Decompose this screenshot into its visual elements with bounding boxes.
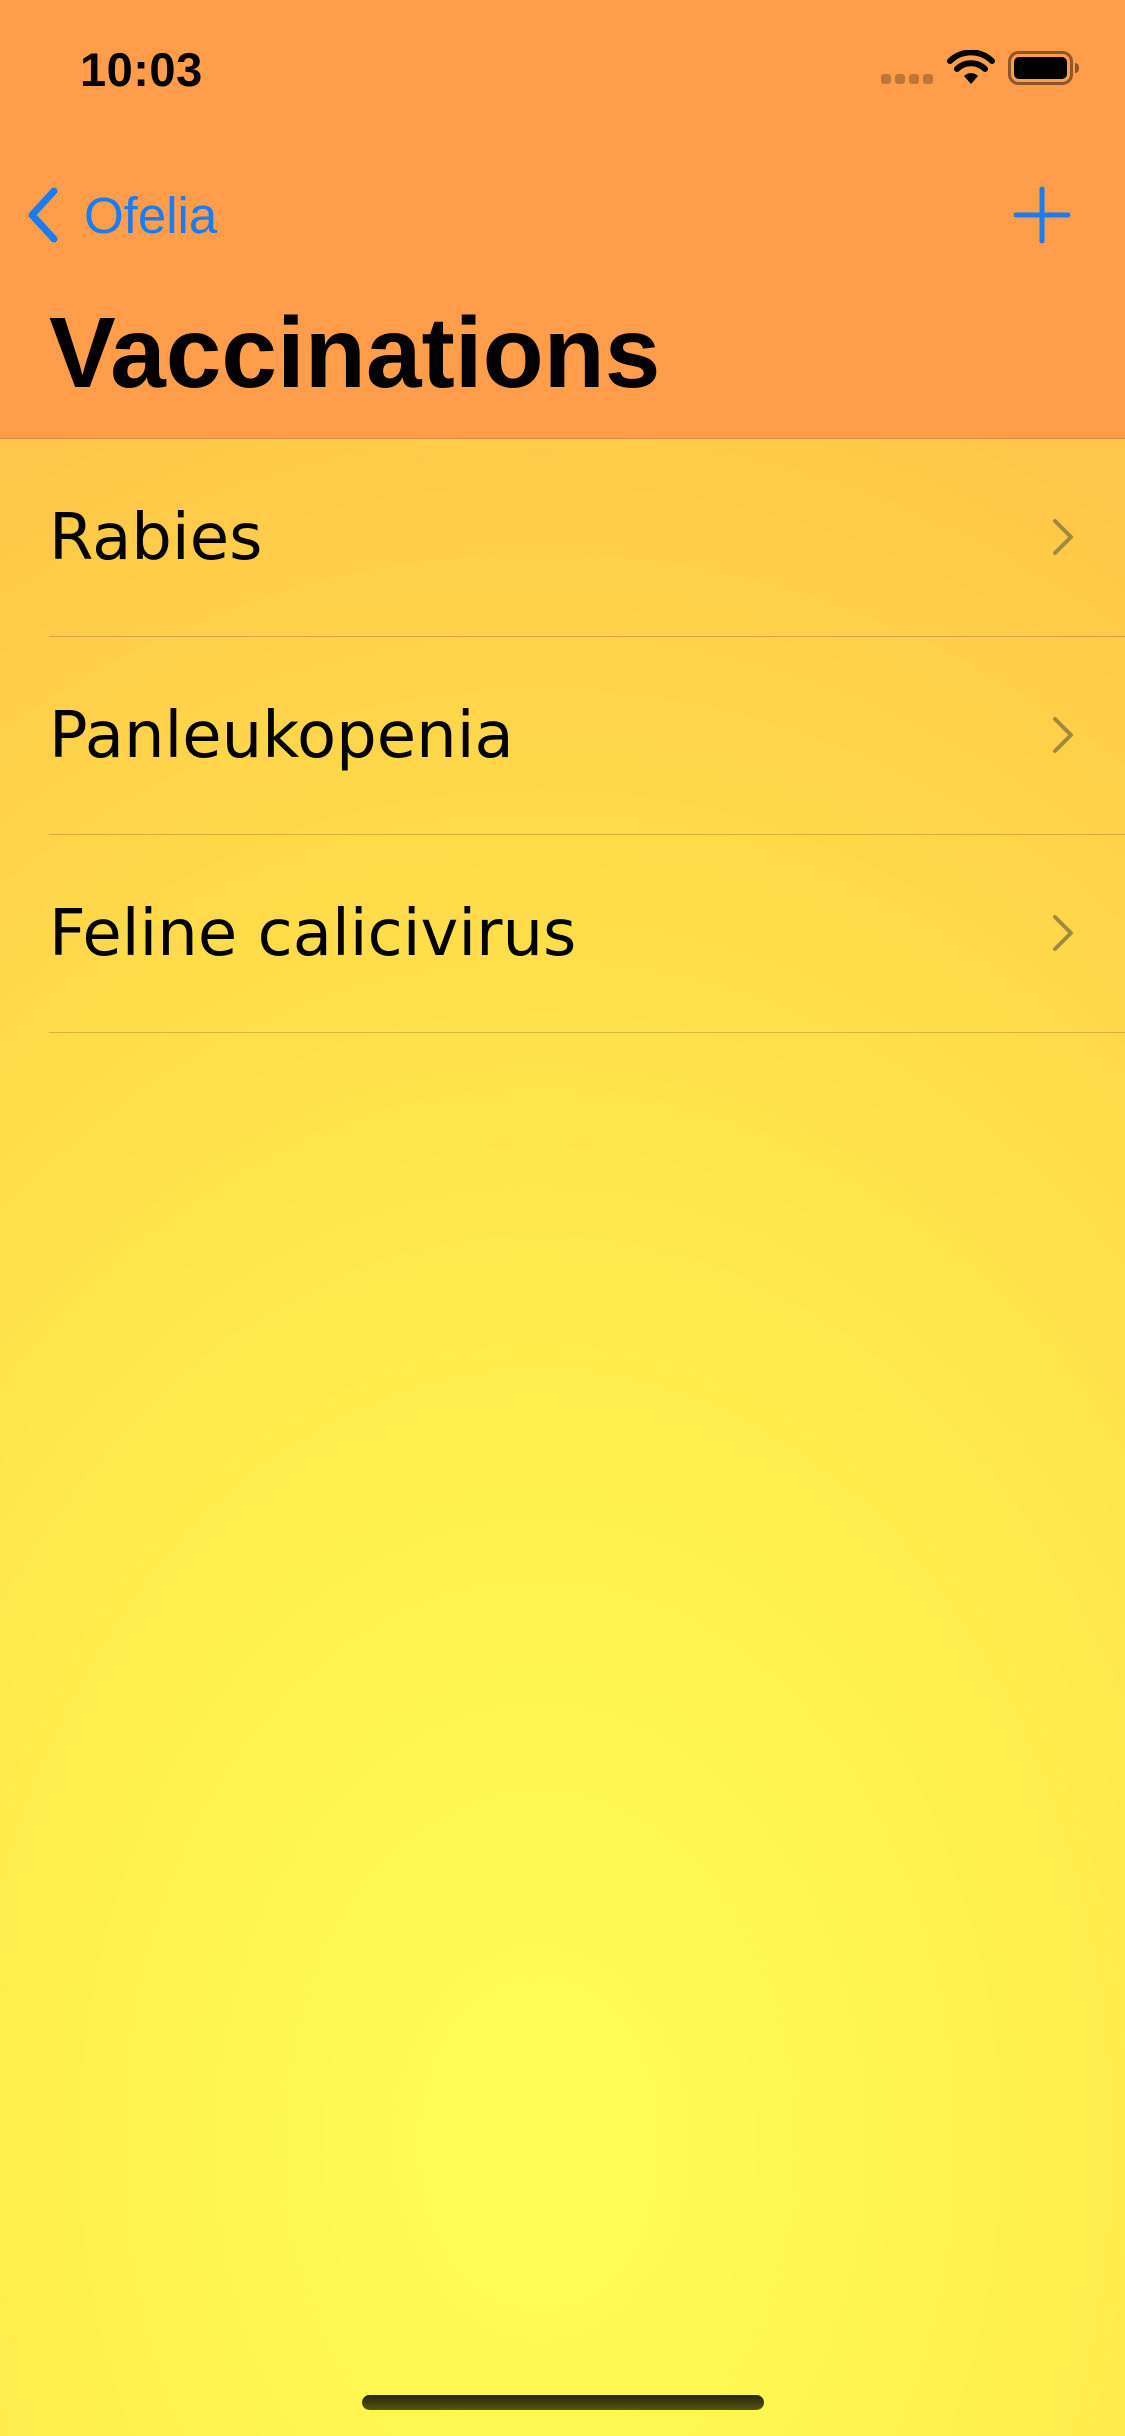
chevron-left-icon (28, 187, 58, 243)
chevron-right-icon (1053, 519, 1073, 555)
list-item-label: Panleukopenia (49, 699, 514, 773)
status-bar-time: 10:03 (80, 43, 203, 96)
plus-icon[interactable] (1013, 186, 1071, 244)
chevron-right-icon (1053, 717, 1073, 753)
list-item-label: Rabies (49, 501, 263, 575)
list-item-label: Feline calicivirus (49, 897, 577, 971)
vaccination-list: Rabies Panleukopenia Feline calicivirus (0, 439, 1125, 1033)
chevron-right-icon (1053, 915, 1073, 951)
battery-icon (1008, 51, 1079, 85)
cellular-signal-icon (881, 74, 933, 84)
navigation-header: 10:03 Ofelia Vaccinations (0, 0, 1125, 439)
home-indicator[interactable] (362, 2395, 764, 2410)
list-item[interactable]: Feline calicivirus (0, 835, 1125, 1033)
page-title: Vaccinations (49, 297, 661, 409)
back-button[interactable]: Ofelia (24, 180, 217, 250)
list-item[interactable]: Rabies (0, 439, 1125, 637)
list-item[interactable]: Panleukopenia (0, 637, 1125, 835)
wifi-icon (947, 50, 995, 84)
back-button-label: Ofelia (84, 186, 218, 244)
